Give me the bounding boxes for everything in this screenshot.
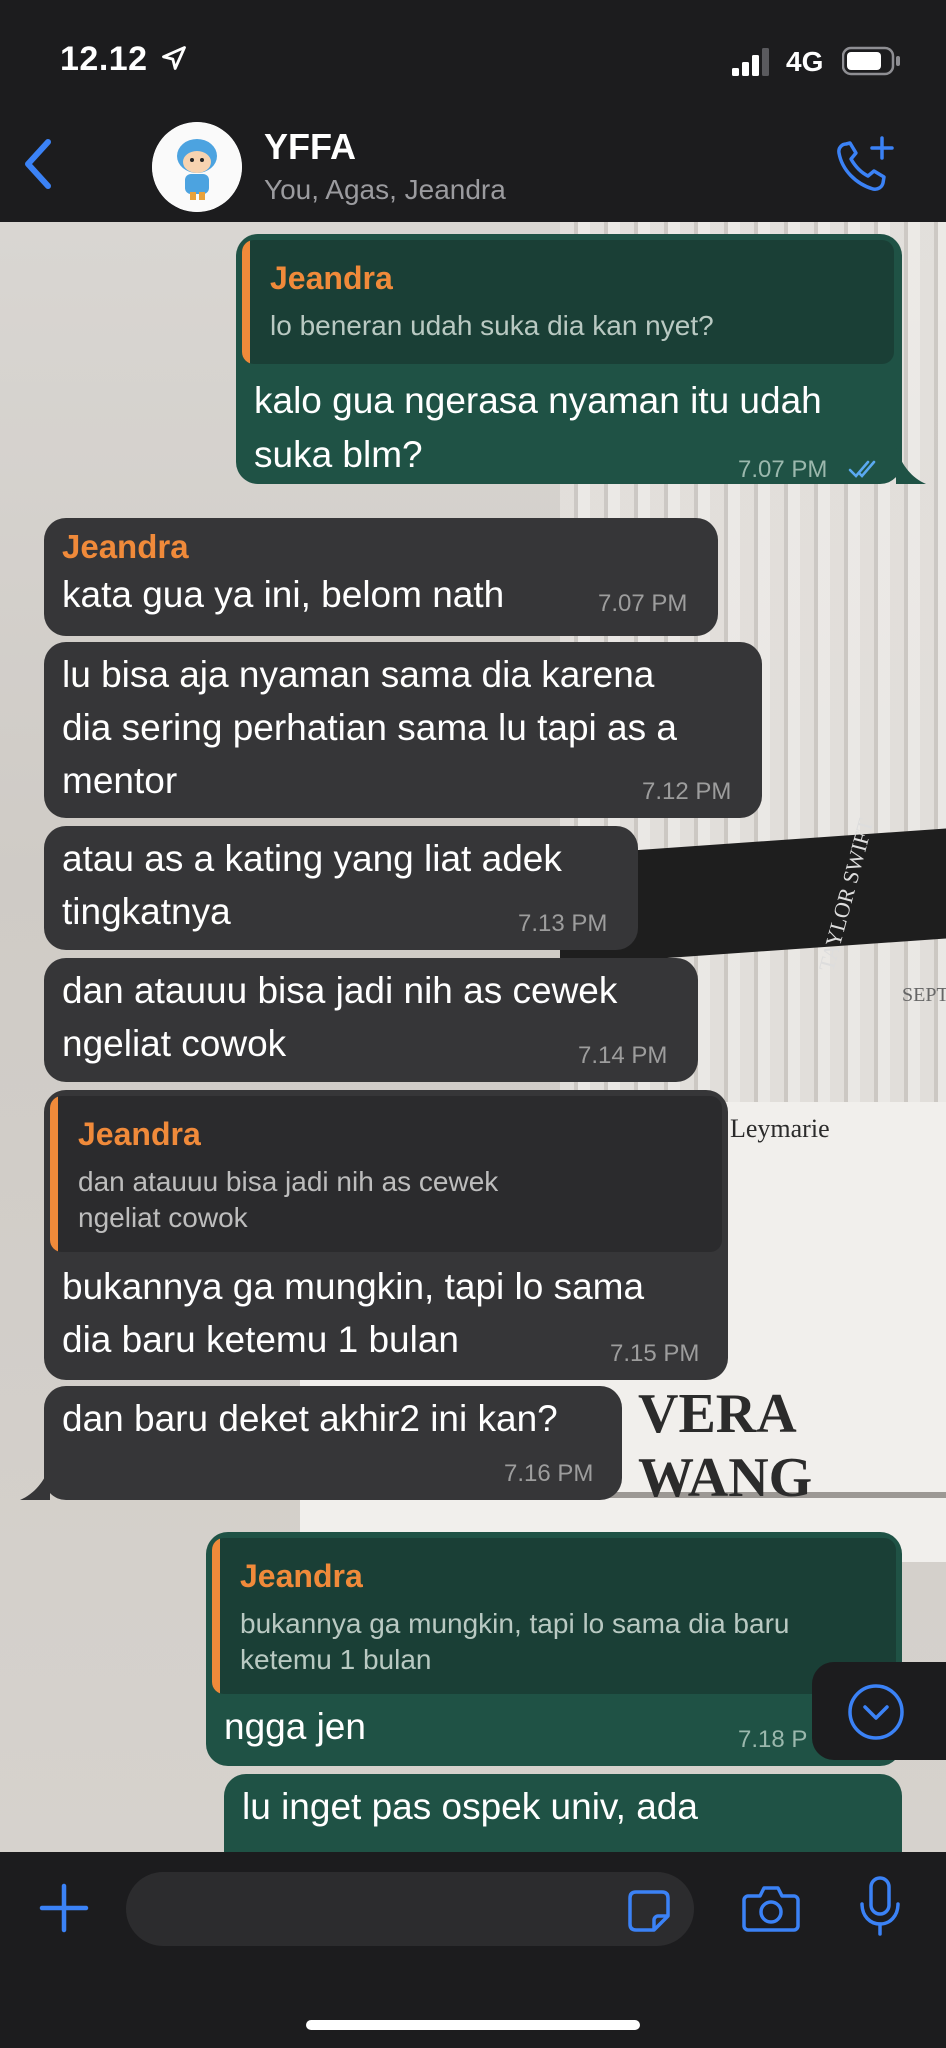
character-avatar-icon: [152, 122, 242, 212]
message-time: 7.07 PM: [598, 590, 688, 617]
quote-bar: [212, 1538, 220, 1694]
message-bubble[interactable]: dan atauuu bisa jadi nih as cewek ngelia…: [44, 958, 698, 1082]
message-line: ngeliat cowok: [62, 1023, 287, 1064]
phone-add-icon[interactable]: [832, 132, 898, 198]
read-receipt-icon: [848, 460, 876, 478]
quote-text: ketemu 1 bulan: [240, 1644, 432, 1675]
quote-bar: [50, 1096, 58, 1252]
bubble-tail: [896, 448, 926, 484]
chevron-down-circle-icon: [848, 1684, 904, 1740]
message-bubble[interactable]: lu inget pas ospek univ, ada: [224, 1774, 902, 1852]
message-time: 7.07 PM: [738, 456, 828, 483]
message-time: 7.16 PM: [504, 1460, 594, 1487]
message-bubble[interactable]: lu bisa aja nyaman sama dia karena dia s…: [44, 642, 762, 818]
quote-text: lo beneran udah suka dia kan nyet?: [270, 310, 714, 341]
background-book-text: Leymarie: [730, 1114, 830, 1143]
message-line: tingkatnya: [62, 891, 231, 932]
status-bar: 12.12 4G: [0, 0, 946, 112]
home-indicator: [306, 2020, 640, 2030]
signal-icon: [732, 48, 769, 76]
scroll-down-button[interactable]: [812, 1662, 946, 1760]
quote-sender: Jeandra: [270, 260, 393, 296]
message-line: lu inget pas ospek univ, ada: [242, 1786, 698, 1827]
message-time: 7.14 PM: [578, 1042, 668, 1069]
message-line: kata gua ya ini, belom nath: [62, 574, 505, 615]
message-line: dia sering perhatian sama lu tapi as a: [62, 707, 677, 748]
quote-text: bukannya ga mungkin, tapi lo sama dia ba…: [240, 1608, 790, 1639]
message-bubble[interactable]: Jeandra bukannya ga mungkin, tapi lo sam…: [206, 1532, 902, 1766]
message-line: mentor: [62, 760, 178, 801]
camera-icon[interactable]: [742, 1882, 800, 1934]
sticker-icon[interactable]: [626, 1888, 672, 1934]
message-time: 7.15 PM: [610, 1340, 700, 1367]
message-line: suka blm?: [254, 434, 423, 475]
message-bubble[interactable]: dan baru deket akhir2 ini kan? 7.16 PM: [44, 1386, 622, 1500]
group-avatar[interactable]: [152, 122, 242, 212]
background-book-text: SEPT: [902, 984, 946, 1006]
message-line: lu bisa aja nyaman sama dia karena: [62, 654, 655, 695]
quoted-message[interactable]: Jeandra lo beneran udah suka dia kan nye…: [242, 240, 894, 364]
chevron-left-icon[interactable]: [18, 134, 58, 194]
group-members[interactable]: You, Agas, Jeandra: [264, 174, 506, 206]
message-bubble[interactable]: Jeandra dan atauuu bisa jadi nih as cewe…: [44, 1090, 728, 1380]
quoted-message[interactable]: Jeandra dan atauuu bisa jadi nih as cewe…: [50, 1096, 722, 1252]
message-line: dan baru deket akhir2 ini kan?: [62, 1398, 558, 1439]
chat-area[interactable]: Leymarie VERA WANG SEPT TAYLOR SWIFT Jea…: [0, 222, 946, 1852]
message-bubble[interactable]: Jeandra kata gua ya ini, belom nath 7.07…: [44, 518, 718, 636]
input-bar: [0, 1852, 946, 2048]
location-arrow-icon: [162, 46, 186, 70]
message-input[interactable]: [126, 1872, 694, 1946]
microphone-icon[interactable]: [858, 1876, 902, 1938]
message-line: kalo gua ngerasa nyaman itu udah: [254, 380, 822, 421]
quote-sender: Jeandra: [240, 1558, 363, 1594]
message-line: bukannya ga mungkin, tapi lo sama: [62, 1266, 645, 1307]
chat-header: YFFA You, Agas, Jeandra: [0, 112, 946, 222]
message-bubble[interactable]: atau as a kating yang liat adek tingkatn…: [44, 826, 638, 950]
quote-bar: [242, 240, 250, 364]
message-bubble[interactable]: Jeandra lo beneran udah suka dia kan nye…: [236, 234, 902, 484]
background-book-text: VERA WANG: [638, 1383, 813, 1509]
message-line: atau as a kating yang liat adek: [62, 838, 562, 879]
quote-text: dan atauuu bisa jadi nih as cewek: [78, 1166, 499, 1197]
quote-sender: Jeandra: [78, 1116, 201, 1152]
message-time: 7.12 PM: [642, 778, 732, 805]
bubble-tail: [20, 1466, 50, 1500]
message-line: dan atauuu bisa jadi nih as cewek: [62, 970, 618, 1011]
plus-icon[interactable]: [38, 1882, 90, 1934]
battery-icon: [842, 46, 900, 76]
quote-text: ngeliat cowok: [78, 1202, 248, 1233]
group-title[interactable]: YFFA: [264, 126, 356, 168]
quoted-message[interactable]: Jeandra bukannya ga mungkin, tapi lo sam…: [212, 1538, 896, 1694]
status-time: 12.12: [60, 40, 148, 78]
message-line: dia baru ketemu 1 bulan: [62, 1319, 459, 1360]
network-label: 4G: [786, 46, 824, 77]
message-time: 7.18 P: [738, 1726, 808, 1753]
message-time: 7.13 PM: [518, 910, 608, 937]
message-sender: Jeandra: [62, 528, 189, 565]
message-line: ngga jen: [224, 1706, 366, 1747]
